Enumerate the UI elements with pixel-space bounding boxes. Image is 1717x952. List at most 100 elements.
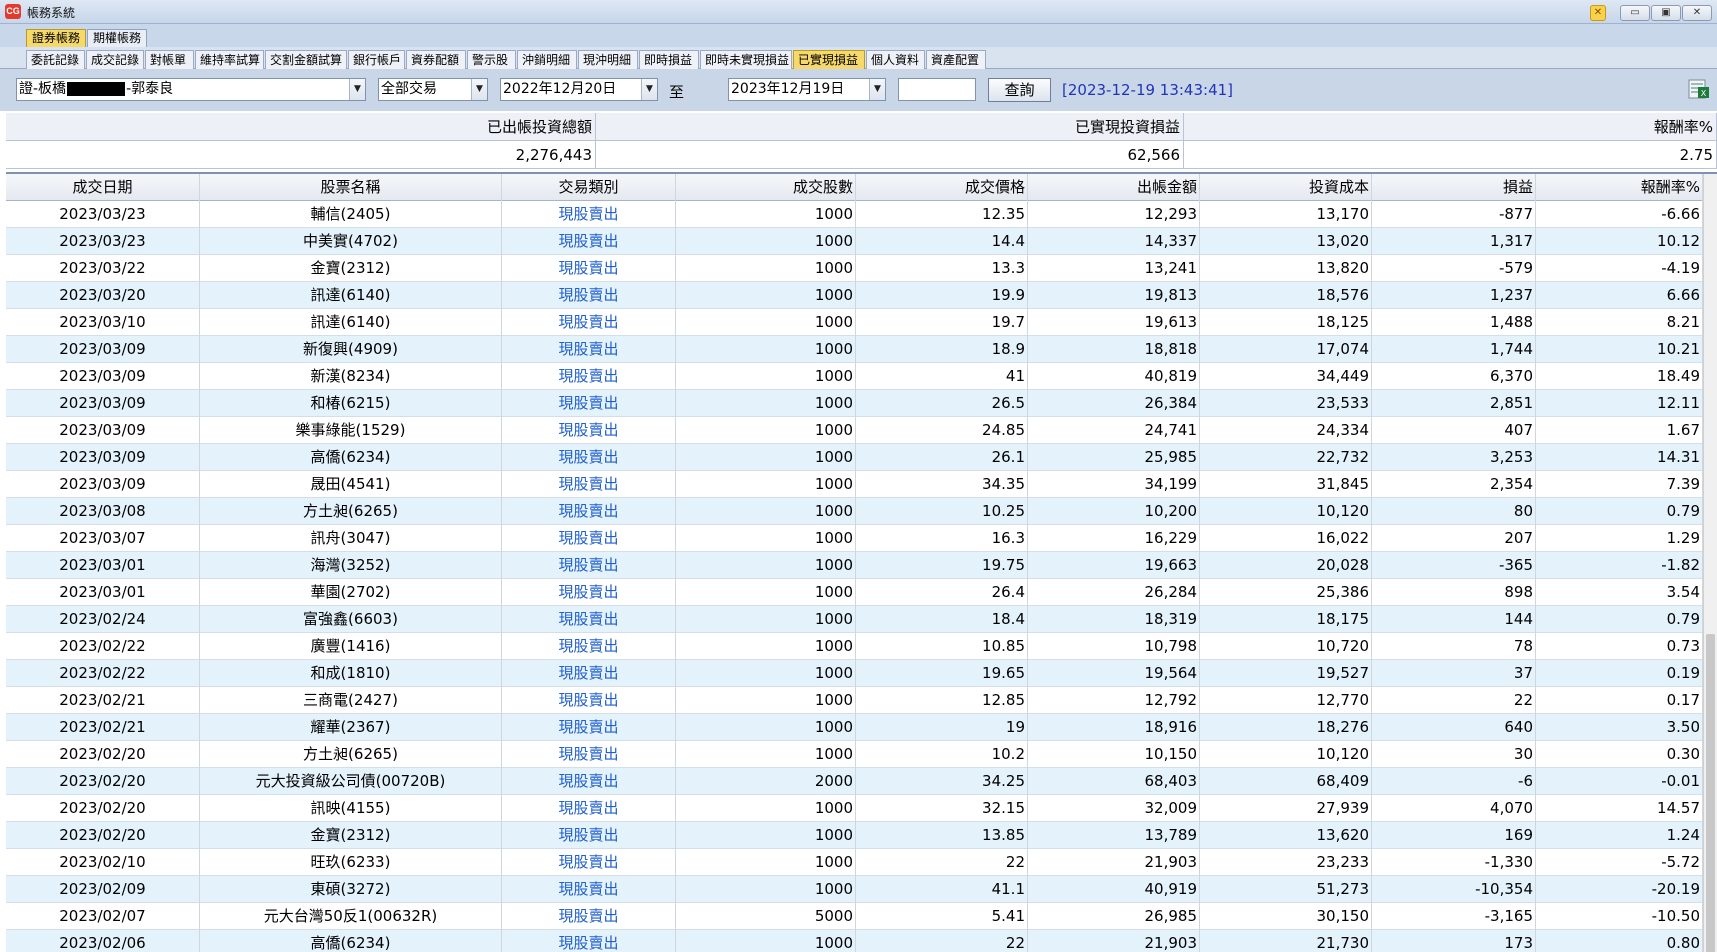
vertical-scrollbar[interactable] — [1703, 174, 1717, 952]
tab-realized-pnl[interactable]: 已實現損益 — [793, 50, 865, 69]
cell-trade-type[interactable]: 現股賣出 — [502, 525, 676, 552]
table-row[interactable]: 2023/02/22 和成(1810) 現股賣出 1000 19.65 19,564 19,… — [6, 660, 1703, 687]
cell-trade-type[interactable]: 現股賣出 — [502, 309, 676, 336]
table-row[interactable]: 2023/03/09 新復興(4909) 現股賣出 1000 18.9 18,818 17,… — [6, 336, 1703, 363]
tab-personal-info[interactable]: 個人資料 — [866, 50, 925, 69]
table-row[interactable]: 2023/02/20 訊映(4155) 現股賣出 1000 32.15 32,009 27,… — [6, 795, 1703, 822]
cell-pnl: -1,330 — [1372, 849, 1536, 876]
cell-trade-type[interactable]: 現股賣出 — [502, 930, 676, 952]
cell-trade-type[interactable]: 現股賣出 — [502, 417, 676, 444]
tab-quota[interactable]: 資券配額 — [406, 50, 466, 69]
chevron-down-icon[interactable]: ▼ — [641, 79, 657, 100]
table-row[interactable]: 2023/02/09 東碩(3272) 現股賣出 1000 41.1 40,919 51,2… — [6, 876, 1703, 903]
tab-orders[interactable]: 委託記錄 — [26, 50, 85, 69]
chevron-down-icon[interactable]: ▼ — [349, 79, 365, 100]
table-row[interactable]: 2023/02/21 三商電(2427) 現股賣出 1000 12.85 12,792 12… — [6, 687, 1703, 714]
cell-trade-type[interactable]: 現股賣出 — [502, 579, 676, 606]
cell-trade-type[interactable]: 現股賣出 — [502, 660, 676, 687]
date-to-picker[interactable]: 2023年12月19日 ▼ — [728, 78, 886, 101]
cell-trade-type[interactable]: 現股賣出 — [502, 606, 676, 633]
cell-trade-type[interactable]: 現股賣出 — [502, 687, 676, 714]
cell-trade-type[interactable]: 現股賣出 — [502, 714, 676, 741]
cell-trade-type[interactable]: 現股賣出 — [502, 390, 676, 417]
chevron-down-icon[interactable]: ▼ — [869, 79, 885, 100]
cell-trade-type[interactable]: 現股賣出 — [502, 498, 676, 525]
tab-daytrade-detail[interactable]: 現沖明細 — [578, 50, 638, 69]
column-header[interactable]: 報酬率% — [1536, 174, 1703, 201]
cell-trade-type[interactable]: 現股賣出 — [502, 903, 676, 930]
tab-offset-detail[interactable]: 沖銷明細 — [517, 50, 577, 69]
cell-trade-type[interactable]: 現股賣出 — [502, 552, 676, 579]
table-row[interactable]: 2023/02/20 元大投資級公司債(00720B) 現股賣出 2000 34.25 6… — [6, 768, 1703, 795]
tab-statement[interactable]: 對帳單 — [145, 50, 194, 69]
table-row[interactable]: 2023/02/21 耀華(2367) 現股賣出 1000 19 18,916 18,276… — [6, 714, 1703, 741]
column-header[interactable]: 出帳金額 — [1028, 174, 1200, 201]
cell-trade-type[interactable]: 現股賣出 — [502, 201, 676, 228]
close-button[interactable]: ✕ — [1682, 5, 1712, 21]
account-select[interactable]: 證-板橋 -郭泰良 ▼ — [16, 78, 366, 101]
table-row[interactable]: 2023/03/01 海灣(3252) 現股賣出 1000 19.75 19,663 20,… — [6, 552, 1703, 579]
cell-trade-type[interactable]: 現股賣出 — [502, 363, 676, 390]
trade-type-select[interactable]: 全部交易 ▼ — [378, 78, 488, 101]
cell-trade-type[interactable]: 現股賣出 — [502, 849, 676, 876]
table-row[interactable]: 2023/03/23 輔信(2405) 現股賣出 1000 12.35 12,293 13,… — [6, 201, 1703, 228]
cell-trade-type[interactable]: 現股賣出 — [502, 633, 676, 660]
cell-trade-type[interactable]: 現股賣出 — [502, 336, 676, 363]
table-row[interactable]: 2023/02/24 富強鑫(6603) 現股賣出 1000 18.4 18,319 18,… — [6, 606, 1703, 633]
tab-trades[interactable]: 成交記錄 — [86, 50, 144, 69]
tab-securities[interactable]: 證券帳務 — [26, 29, 86, 47]
pin-icon[interactable]: ✕ — [1590, 5, 1606, 21]
table-row[interactable]: 2023/02/10 旺玖(6233) 現股賣出 1000 22 21,903 23,233… — [6, 849, 1703, 876]
table-row[interactable]: 2023/03/10 訊達(6140) 現股賣出 1000 19.7 19,613 18,1… — [6, 309, 1703, 336]
cell-trade-type[interactable]: 現股賣出 — [502, 444, 676, 471]
tab-margin-calc[interactable]: 維持率試算 — [195, 50, 264, 69]
table-row[interactable]: 2023/02/07 元大台灣50反1(00632R) 現股賣出 5000 5.41 26… — [6, 903, 1703, 930]
cell-trade-type[interactable]: 現股賣出 — [502, 471, 676, 498]
tab-bank-account[interactable]: 銀行帳戶 — [348, 50, 405, 69]
column-header[interactable]: 投資成本 — [1200, 174, 1372, 201]
table-row[interactable]: 2023/03/22 金寶(2312) 現股賣出 1000 13.3 13,241 13,8… — [6, 255, 1703, 282]
column-header[interactable]: 成交股數 — [676, 174, 856, 201]
column-header[interactable]: 成交價格 — [856, 174, 1028, 201]
query-button[interactable]: 查詢 — [988, 78, 1051, 102]
table-row[interactable]: 2023/03/09 和椿(6215) 現股賣出 1000 26.5 26,384 23,5… — [6, 390, 1703, 417]
column-header[interactable]: 股票名稱 — [200, 174, 502, 201]
minimize-button[interactable]: ▭ — [1620, 5, 1650, 21]
cell-trade-type[interactable]: 現股賣出 — [502, 228, 676, 255]
table-row[interactable]: 2023/03/01 華園(2702) 現股賣出 1000 26.4 26,284 25,3… — [6, 579, 1703, 606]
column-header[interactable]: 損益 — [1372, 174, 1536, 201]
table-row[interactable]: 2023/02/06 高僑(6234) 現股賣出 1000 22 21,903 21,730… — [6, 930, 1703, 952]
scrollbar-thumb[interactable] — [1706, 634, 1715, 952]
table-row[interactable]: 2023/03/09 新漢(8234) 現股賣出 1000 41 40,819 34,449… — [6, 363, 1703, 390]
tab-realtime-pnl[interactable]: 即時損益 — [639, 50, 699, 69]
chevron-down-icon[interactable]: ▼ — [471, 79, 487, 100]
excel-export-icon[interactable]: X — [1687, 77, 1711, 101]
tab-asset-allocation[interactable]: 資產配置 — [926, 50, 986, 69]
table-row[interactable]: 2023/02/20 金寶(2312) 現股賣出 1000 13.85 13,789 13,… — [6, 822, 1703, 849]
table-row[interactable]: 2023/03/23 中美實(4702) 現股賣出 1000 14.4 14,337 13,… — [6, 228, 1703, 255]
table-row[interactable]: 2023/03/09 樂事綠能(1529) 現股賣出 1000 24.85 24,741 2… — [6, 417, 1703, 444]
tab-options[interactable]: 期權帳務 — [87, 29, 147, 47]
tab-unrealized-pnl[interactable]: 即時未實現損益 — [700, 50, 792, 69]
cell-trade-type[interactable]: 現股賣出 — [502, 876, 676, 903]
extra-input-field[interactable] — [898, 78, 976, 101]
cell-trade-type[interactable]: 現股賣出 — [502, 255, 676, 282]
table-row[interactable]: 2023/03/08 方土昶(6265) 現股賣出 1000 10.25 10,200 10… — [6, 498, 1703, 525]
date-from-picker[interactable]: 2022年12月20日 ▼ — [500, 78, 658, 101]
table-row[interactable]: 2023/03/20 訊達(6140) 現股賣出 1000 19.9 19,813 18,5… — [6, 282, 1703, 309]
table-row[interactable]: 2023/03/07 訊舟(3047) 現股賣出 1000 16.3 16,229 16,0… — [6, 525, 1703, 552]
cell-trade-type[interactable]: 現股賣出 — [502, 795, 676, 822]
table-row[interactable]: 2023/03/09 高僑(6234) 現股賣出 1000 26.1 25,985 22,7… — [6, 444, 1703, 471]
cell-trade-type[interactable]: 現股賣出 — [502, 741, 676, 768]
table-row[interactable]: 2023/02/22 廣豐(1416) 現股賣出 1000 10.85 10,798 10,… — [6, 633, 1703, 660]
cell-trade-type[interactable]: 現股賣出 — [502, 822, 676, 849]
column-header[interactable]: 交易類別 — [502, 174, 676, 201]
table-row[interactable]: 2023/02/20 方土昶(6265) 現股賣出 1000 10.2 10,150 10,… — [6, 741, 1703, 768]
tab-settlement-calc[interactable]: 交割金額試算 — [265, 50, 347, 69]
column-header[interactable]: 成交日期 — [6, 174, 200, 201]
cell-trade-type[interactable]: 現股賣出 — [502, 282, 676, 309]
table-row[interactable]: 2023/03/09 晟田(4541) 現股賣出 1000 34.35 34,199 31,… — [6, 471, 1703, 498]
cell-trade-type[interactable]: 現股賣出 — [502, 768, 676, 795]
tab-warning-stocks[interactable]: 警示股 — [467, 50, 516, 69]
maximize-button[interactable]: ▣ — [1651, 5, 1681, 21]
